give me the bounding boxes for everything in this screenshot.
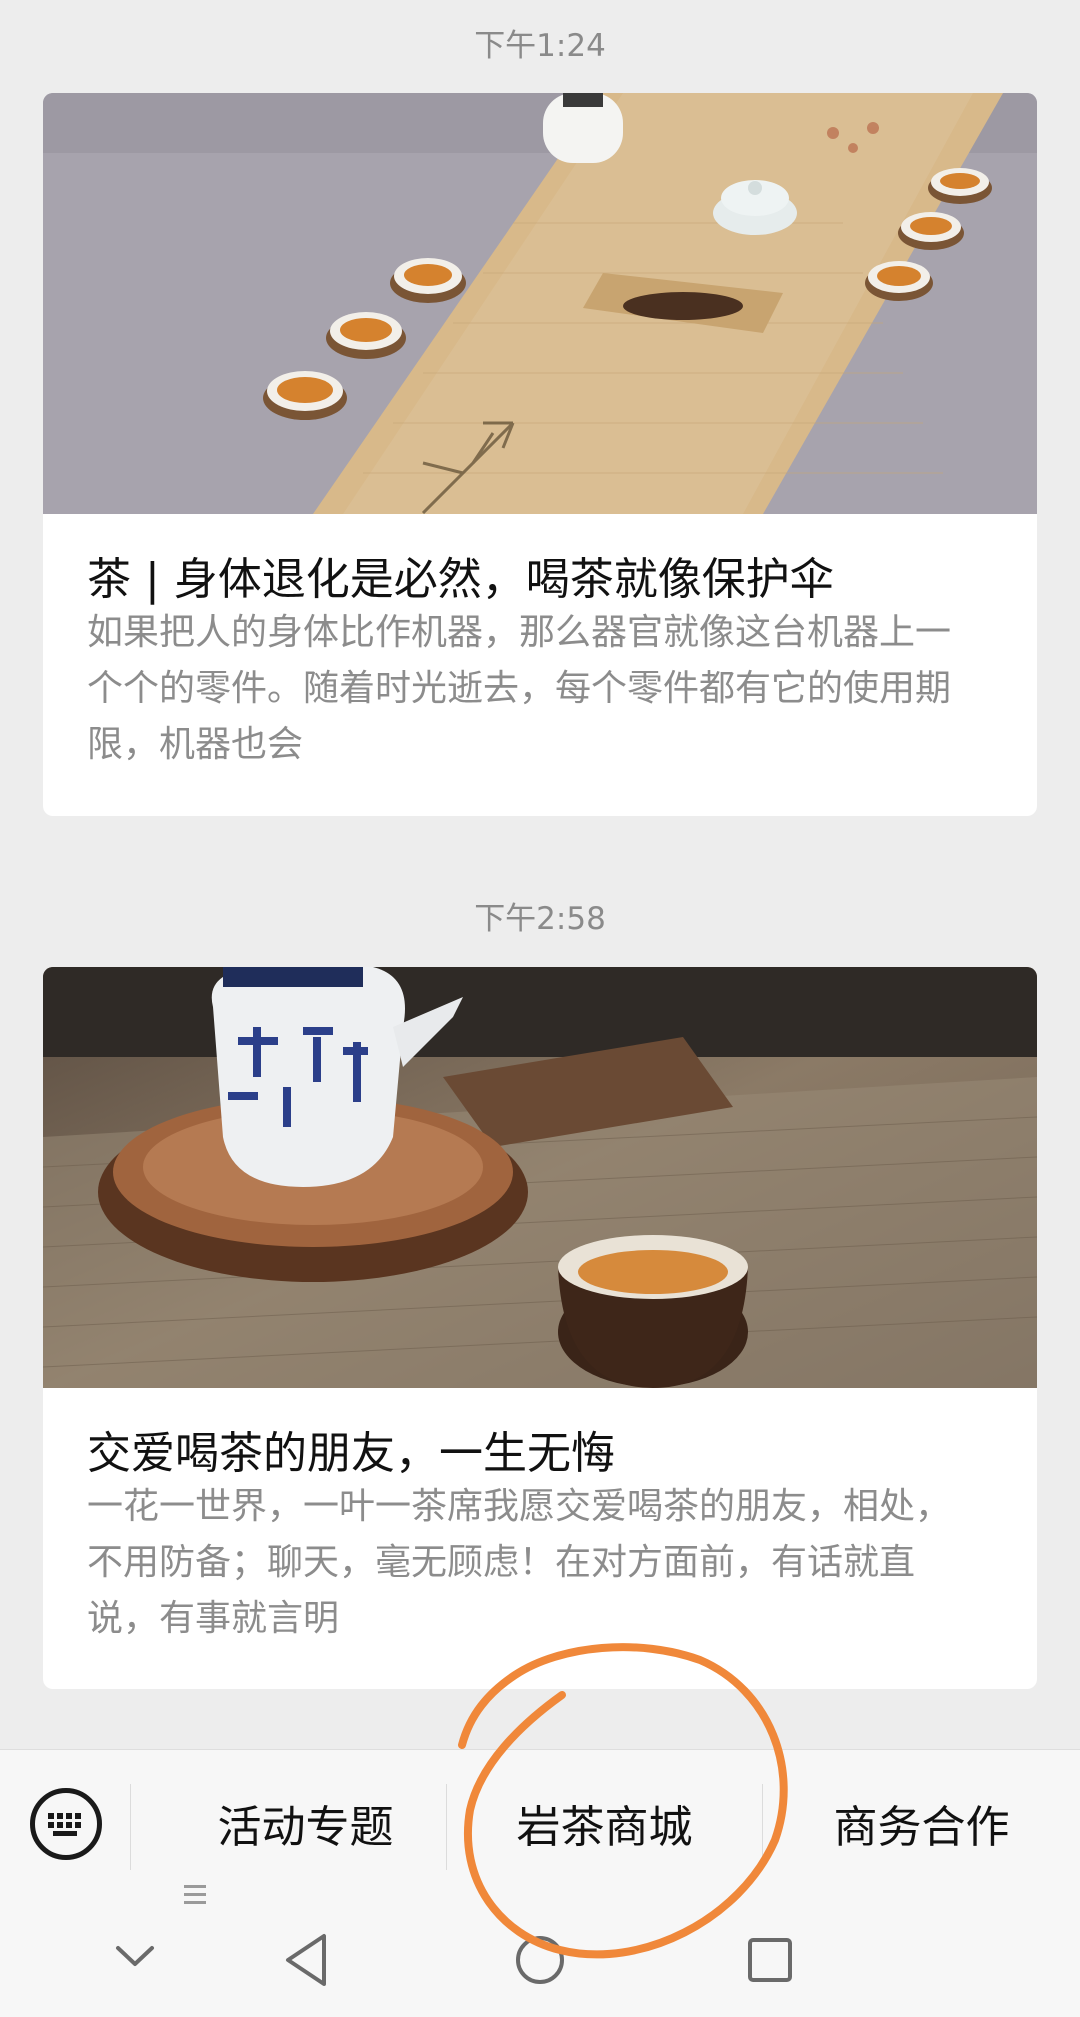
article-title: 茶 | 身体退化是必然，喝茶就像保护伞 bbox=[87, 554, 834, 605]
back-triangle-icon[interactable] bbox=[282, 1932, 332, 1992]
article-card[interactable]: 茶 | 身体退化是必然，喝茶就像保护伞 如果把人的身体比作机器，那么器官就像这台… bbox=[43, 93, 1037, 816]
article-description: 一花一世界，一叶一茶席我愿交爱喝茶的朋友，相处，不用防备；聊天，毫无顾虑！在对方… bbox=[87, 1486, 952, 1639]
menu-item-activities[interactable]: 活动专题 bbox=[131, 1750, 446, 1905]
article-title: 交爱喝茶的朋友，一生无悔 bbox=[87, 1428, 615, 1479]
menu-item-label: 活动专题 bbox=[217, 1802, 394, 1853]
message-time: 下午2:58 bbox=[474, 901, 606, 937]
menu-lines-icon bbox=[183, 1814, 206, 1904]
keyboard-icon[interactable] bbox=[30, 1788, 102, 1860]
recents-square-icon[interactable] bbox=[745, 1932, 795, 1992]
home-circle-icon[interactable] bbox=[514, 1932, 566, 1992]
system-navigation-bar bbox=[0, 1904, 1080, 2017]
article-card[interactable]: 交爱喝茶的朋友，一生无悔 一花一世界，一叶一茶席我愿交爱喝茶的朋友，相处，不用防… bbox=[43, 967, 1037, 1689]
article-image-tea-table bbox=[43, 93, 1037, 514]
menu-item-business[interactable]: 商务合作 bbox=[763, 1750, 1080, 1905]
article-image-teapot bbox=[43, 967, 1037, 1388]
menu-item-label: 商务合作 bbox=[833, 1802, 1010, 1853]
menu-item-label: 岩茶商城 bbox=[516, 1802, 693, 1853]
chevron-down-icon[interactable] bbox=[110, 1932, 160, 1986]
official-account-menu-bar: 活动专题 岩茶商城 商务合作 bbox=[0, 1749, 1080, 1905]
menu-item-tea-mall[interactable]: 岩茶商城 bbox=[447, 1750, 762, 1905]
article-description: 如果把人的身体比作机器，那么器官就像这台机器上一个个的零件。随着时光逝去，每个零… bbox=[87, 612, 952, 765]
message-time: 下午1:24 bbox=[474, 28, 606, 64]
